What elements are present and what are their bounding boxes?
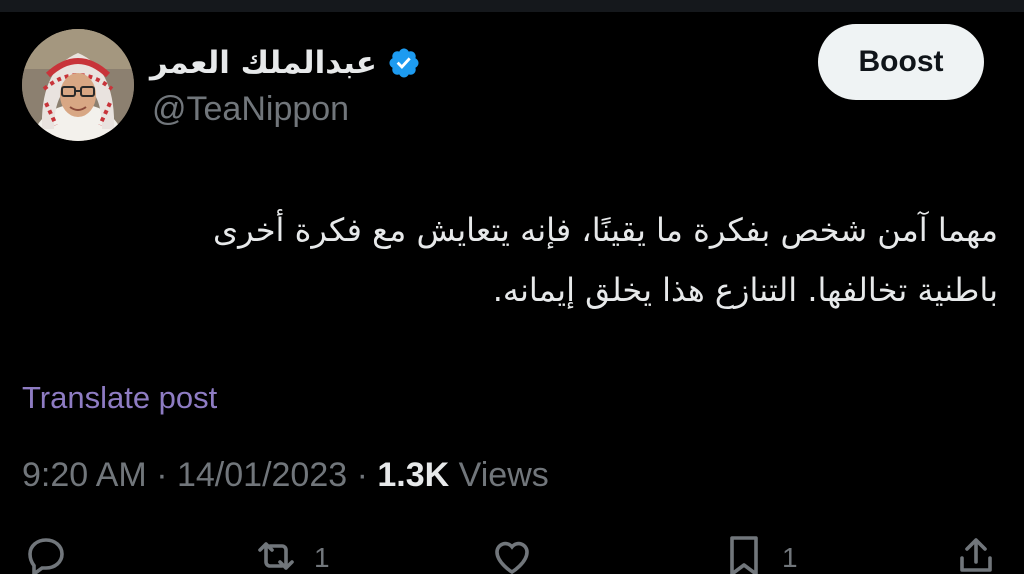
boost-button[interactable]: Boost <box>818 24 984 100</box>
share-icon <box>960 538 992 572</box>
repost-count: 1 <box>314 542 330 573</box>
bookmark-button[interactable]: 1 <box>720 532 798 574</box>
author-handle[interactable]: @TeaNippon <box>152 90 349 129</box>
meta-separator: · <box>156 456 168 494</box>
repost-button[interactable]: 1 <box>252 532 330 574</box>
post-time: 9:20 AM <box>22 456 147 494</box>
like-button[interactable] <box>488 532 550 574</box>
share-button[interactable] <box>952 532 1014 574</box>
post-text-line-1: مهما آمن شخص بفكرة ما يقينًا، فإنه يتعاي… <box>213 211 998 249</box>
post-meta: 9:20 AM · 14/01/2023 · 1.3K Views <box>22 456 549 495</box>
reply-button[interactable] <box>22 532 84 574</box>
repost-icon <box>258 542 294 570</box>
bookmark-count: 1 <box>782 542 798 573</box>
reply-icon <box>28 538 64 574</box>
bookmark-icon <box>730 536 758 574</box>
avatar[interactable] <box>22 29 134 141</box>
avatar-photo <box>22 29 134 141</box>
post-date[interactable]: 14/01/2023 <box>177 456 347 494</box>
author-display-name[interactable]: عبدالملك العمر <box>150 45 377 81</box>
verified-badge-icon <box>389 48 419 78</box>
meta-separator: · <box>356 456 368 494</box>
post-text: مهما آمن شخص بفكرة ما يقينًا، فإنه يتعاي… <box>18 200 998 320</box>
post-text-line-2: باطنية تخالفها. التنازع هذا يخلق إيمانه. <box>492 271 998 309</box>
views-label[interactable]: Views <box>459 456 549 494</box>
views-count[interactable]: 1.3K <box>377 456 449 494</box>
translate-post-link[interactable]: Translate post <box>22 380 217 416</box>
author-name-row[interactable]: عبدالملك العمر <box>150 40 421 86</box>
top-status-strip <box>0 0 1024 12</box>
post-detail-screen: عبدالملك العمر @TeaNippon Boost مهما آمن… <box>0 0 1024 574</box>
heart-icon <box>495 541 529 574</box>
